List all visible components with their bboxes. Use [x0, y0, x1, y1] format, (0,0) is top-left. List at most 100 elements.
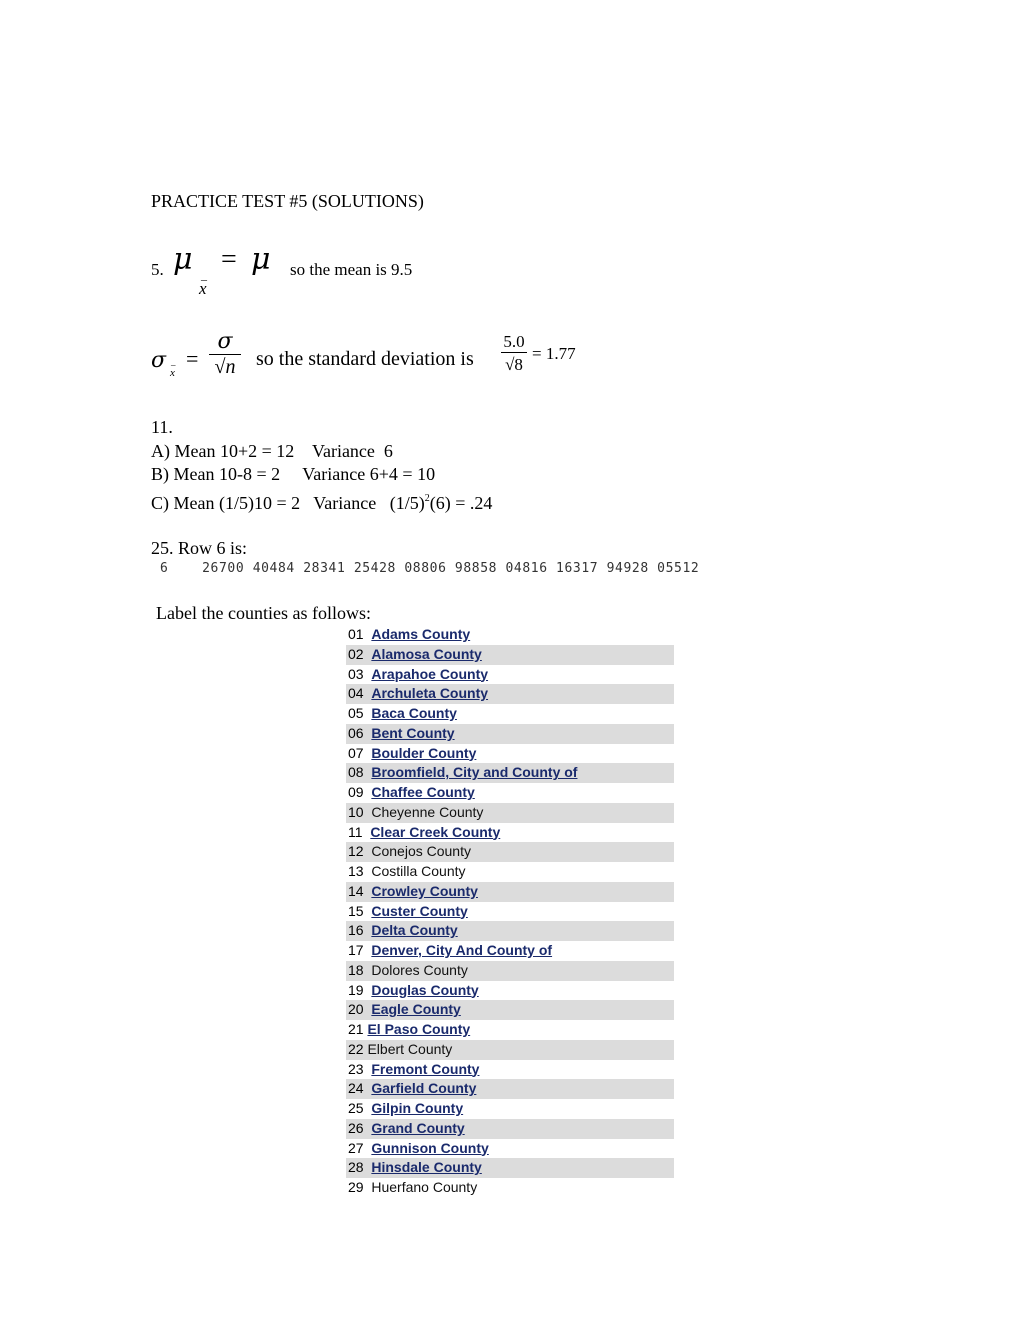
county-link[interactable]: Archuleta County — [371, 685, 488, 701]
county-code: 18 — [348, 961, 372, 978]
county-code: 21 — [348, 1021, 368, 1037]
county-code: 17 — [348, 942, 372, 958]
county-row: 06 Bent County — [346, 723, 674, 744]
county-row: 07 Boulder County — [346, 744, 674, 764]
county-link[interactable]: Arapahoe County — [371, 666, 488, 682]
fraction-bar — [209, 354, 241, 355]
county-code: 20 — [348, 1001, 372, 1018]
county-link[interactable]: Gunnison County — [371, 1140, 488, 1156]
mu-symbol: μ — [251, 242, 271, 277]
county-row: 05 Baca County — [346, 704, 674, 724]
equals-sign: = — [221, 244, 237, 275]
county-row: 12 Conejos County — [346, 842, 674, 862]
county-row: 27 Gunnison County — [346, 1139, 674, 1159]
county-name: Costilla County — [371, 863, 466, 879]
county-code: 23 — [348, 1060, 372, 1077]
county-row: 01 Adams County — [346, 625, 674, 645]
fraction-5-over-root-8: 5.0 √8 — [501, 332, 527, 376]
county-code: 11 — [348, 823, 371, 840]
mean-statement: so the mean is 9.5 — [290, 260, 413, 279]
county-link[interactable]: Baca County — [371, 705, 457, 721]
county-link[interactable]: El Paso County — [367, 1021, 470, 1037]
county-row: 03 Arapahoe County — [346, 665, 674, 685]
county-code: 02 — [348, 645, 372, 662]
county-code: 25 — [348, 1100, 372, 1116]
county-row: 13 Costilla County — [346, 862, 674, 882]
answer-c: C) Mean (1/5)10 = 2 Variance (1/5)2(6) =… — [151, 492, 493, 513]
county-row: 08 Broomfield, City and County of — [346, 763, 674, 783]
numerator: 5.0 — [503, 332, 525, 351]
sd-result: = 1.77 — [532, 344, 576, 363]
county-code: 08 — [348, 764, 372, 781]
county-code: 26 — [348, 1119, 372, 1136]
county-code: 28 — [348, 1159, 372, 1176]
county-link[interactable]: Grand County — [371, 1120, 464, 1136]
county-row: 11 Clear Creek County — [346, 823, 674, 843]
county-link[interactable]: Gilpin County — [371, 1100, 463, 1116]
page-title: PRACTICE TEST #5 (SOLUTIONS) — [151, 191, 424, 211]
county-name: Huerfano County — [371, 1179, 478, 1195]
county-link[interactable]: Bent County — [371, 725, 454, 741]
answer-a: A) Mean 10+2 = 12 Variance 6 — [151, 440, 393, 461]
county-row: 28 Hinsdale County — [346, 1158, 674, 1178]
county-link[interactable]: Crowley County — [371, 883, 478, 899]
county-code: 13 — [348, 863, 372, 879]
county-row: 10 Cheyenne County — [346, 802, 674, 823]
denominator: √n — [214, 356, 236, 378]
fraction-sigma-over-root-n: σ √n — [209, 330, 241, 379]
question-25-heading: 25. Row 6 is: — [151, 538, 248, 558]
county-row: 18 Dolores County — [346, 960, 674, 981]
standard-deviation-formula: σ _ x = σ √n so the standard deviation is… — [151, 330, 611, 390]
county-code: 04 — [348, 685, 372, 702]
county-code: 09 — [348, 784, 372, 800]
county-code: 10 — [348, 803, 372, 820]
county-row: 26 Grand County — [346, 1118, 674, 1139]
county-name: Dolores County — [371, 961, 468, 978]
numerator: σ — [217, 329, 233, 354]
county-row: 17 Denver, City And County of — [346, 941, 674, 961]
fraction-bar — [501, 352, 527, 353]
county-row: 29 Huerfano County — [346, 1178, 674, 1198]
county-code: 14 — [348, 882, 372, 899]
county-row: 02 Alamosa County — [346, 644, 674, 665]
sigma-symbol: σ — [151, 348, 167, 373]
county-link[interactable]: Clear Creek County — [370, 824, 500, 840]
county-link[interactable]: Adams County — [371, 626, 470, 642]
county-code: 15 — [348, 902, 372, 919]
county-row: 16 Delta County — [346, 921, 674, 941]
county-code: 07 — [348, 744, 372, 761]
county-row: 21 El Paso County — [346, 1020, 674, 1040]
county-row: 20 Eagle County — [346, 1000, 674, 1020]
county-link[interactable]: Alamosa County — [371, 646, 481, 662]
county-code: 16 — [348, 922, 372, 939]
county-link[interactable]: Garfield County — [371, 1080, 476, 1096]
county-row: 24 Garfield County — [346, 1079, 674, 1099]
county-row: 19 Douglas County — [346, 981, 674, 1001]
question-11: 11. A) Mean 10+2 = 12 Variance 6 B) Mean… — [151, 416, 492, 515]
county-name: Elbert County — [367, 1040, 453, 1057]
county-row: 25 Gilpin County — [346, 1099, 674, 1119]
county-link[interactable]: Douglas County — [371, 982, 478, 998]
equals-sign: = — [186, 346, 199, 371]
county-code: 05 — [348, 705, 372, 721]
county-code: 12 — [348, 843, 372, 860]
county-code: 22 — [348, 1040, 368, 1057]
county-list: 01 Adams County 02 Alamosa County 03 Arapa… — [346, 625, 674, 1198]
county-link[interactable]: Hinsdale County — [371, 1159, 481, 1175]
county-link[interactable]: Fremont County — [371, 1061, 479, 1077]
county-code: 24 — [348, 1080, 372, 1097]
county-link[interactable]: Delta County — [371, 922, 457, 938]
county-link[interactable]: Chaffee County — [371, 784, 474, 800]
question-number: 5. — [151, 260, 164, 279]
county-link[interactable]: Denver, City And County of — [371, 942, 552, 958]
county-link[interactable]: Boulder County — [371, 745, 476, 761]
county-link[interactable]: Broomfield, City and County of — [371, 764, 577, 780]
county-code: 06 — [348, 724, 372, 741]
county-code: 03 — [348, 665, 372, 682]
county-row: 09 Chaffee County — [346, 783, 674, 803]
county-row: 23 Fremont County — [346, 1060, 674, 1080]
county-link[interactable]: Custer County — [371, 903, 467, 919]
county-code: 19 — [348, 981, 372, 998]
county-link[interactable]: Eagle County — [371, 1001, 460, 1017]
county-code: 29 — [348, 1179, 372, 1195]
